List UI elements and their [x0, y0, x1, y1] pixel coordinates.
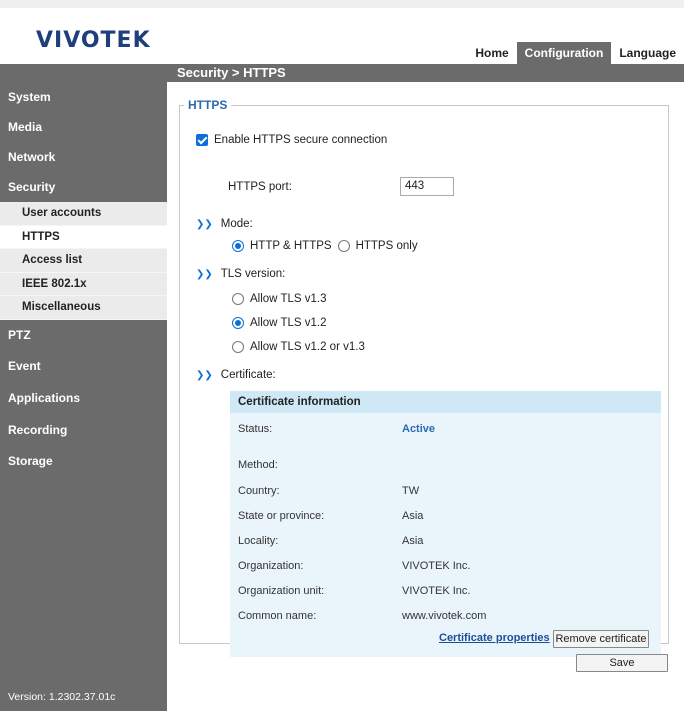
security-submenu: User accounts HTTPS Access list IEEE 802…	[0, 202, 167, 320]
mode-https-only-label: HTTPS only	[355, 240, 418, 252]
cert-locality-value: Asia	[402, 535, 424, 547]
tls-13-radio[interactable]	[232, 293, 244, 305]
sidebar-item-miscellaneous[interactable]: Miscellaneous	[0, 296, 167, 320]
certificate-properties-link[interactable]: Certificate properties	[439, 632, 550, 644]
https-port-label: HTTPS port:	[228, 181, 292, 193]
mode-https-only-radio[interactable]	[337, 240, 350, 252]
cert-state-value: Asia	[402, 510, 424, 522]
breadcrumb-bar: Security > HTTPS	[167, 64, 684, 82]
sidebar: System Media Network Security User accou…	[0, 64, 167, 711]
top-navigation: Home Configuration Language	[467, 42, 684, 64]
tls-12-label: Allow TLS v1.2	[250, 317, 327, 329]
chevron-down-icon[interactable]: ❯❯	[196, 219, 213, 230]
mode-heading[interactable]: ❯❯ Mode:	[196, 218, 253, 230]
certificate-info-header: Certificate information	[230, 391, 661, 413]
cert-org-unit-label: Organization unit:	[238, 585, 325, 597]
tls-13-label: Allow TLS v1.3	[250, 293, 327, 305]
sidebar-item-user-accounts[interactable]: User accounts	[0, 202, 167, 226]
chevron-down-icon[interactable]: ❯❯	[196, 269, 213, 280]
cert-status-label: Status:	[238, 423, 273, 435]
sidebar-item-media[interactable]: Media	[0, 112, 167, 142]
https-legend: HTTPS	[188, 98, 228, 112]
certificate-info-panel: Certificate information Status: Active M…	[230, 391, 661, 657]
cert-organization-label: Organization:	[238, 560, 304, 572]
certificate-heading[interactable]: ❯❯ Certificate:	[196, 369, 276, 381]
certificate-label: Certificate:	[220, 369, 276, 381]
cert-org-unit-value: VIVOTEK Inc.	[402, 585, 471, 597]
mode-options: HTTP & HTTPS HTTPS only	[232, 240, 418, 252]
tls-12-13-label: Allow TLS v1.2 or v1.3	[250, 341, 365, 353]
main-content: HTTPS Enable HTTPS secure connection HTT…	[167, 82, 684, 711]
tls-label: TLS version:	[220, 268, 286, 280]
breadcrumb: Security > HTTPS	[177, 65, 286, 80]
cert-organization-value: VIVOTEK Inc.	[402, 560, 471, 572]
sidebar-item-event[interactable]: Event	[0, 350, 167, 382]
enable-https-label: Enable HTTPS secure connection	[214, 134, 388, 146]
cert-common-name-value: www.vivotek.com	[402, 610, 487, 622]
sidebar-item-security[interactable]: Security	[0, 172, 167, 202]
sidebar-item-https[interactable]: HTTPS	[0, 225, 167, 250]
mode-http-https-radio[interactable]	[232, 240, 244, 252]
mode-label: Mode:	[220, 218, 253, 230]
enable-https-row[interactable]: Enable HTTPS secure connection	[196, 134, 387, 146]
tls-heading[interactable]: ❯❯ TLS version:	[196, 268, 285, 280]
vivotek-logo: VIVOTEK	[36, 28, 151, 53]
enable-https-checkbox[interactable]	[196, 134, 208, 146]
cert-common-name-label: Common name:	[238, 610, 317, 622]
nav-language[interactable]: Language	[611, 42, 684, 64]
https-settings-panel: HTTPS Enable HTTPS secure connection HTT…	[179, 98, 669, 657]
sidebar-item-network[interactable]: Network	[0, 142, 167, 172]
remove-certificate-button[interactable]: Remove certificate	[553, 630, 649, 648]
top-bar: VIVOTEK Home Configuration Language	[0, 0, 684, 64]
tls-option-12[interactable]: Allow TLS v1.2	[232, 317, 327, 329]
sidebar-item-applications[interactable]: Applications	[0, 382, 167, 414]
https-port-input[interactable]: 443	[400, 177, 454, 196]
sidebar-item-storage[interactable]: Storage	[0, 446, 167, 476]
cert-country-value: TW	[402, 485, 420, 497]
tls-12-13-radio[interactable]	[232, 341, 244, 353]
tls-12-radio[interactable]	[232, 317, 244, 329]
nav-home[interactable]: Home	[467, 42, 516, 64]
https-port-text: HTTPS port:	[228, 181, 292, 193]
sidebar-item-ptz[interactable]: PTZ	[0, 320, 167, 350]
sidebar-item-recording[interactable]: Recording	[0, 414, 167, 446]
sidebar-item-ieee-8021x[interactable]: IEEE 802.1x	[0, 273, 167, 297]
sidebar-item-system[interactable]: System	[0, 82, 167, 112]
cert-state-label: State or province:	[238, 510, 325, 522]
mode-http-https-label: HTTP & HTTPS	[250, 240, 332, 252]
firmware-version: Version: 1.2302.37.01c	[8, 691, 116, 703]
tls-option-13[interactable]: Allow TLS v1.3	[232, 293, 327, 305]
nav-configuration[interactable]: Configuration	[516, 42, 612, 64]
tls-option-12-13[interactable]: Allow TLS v1.2 or v1.3	[232, 341, 365, 353]
cert-status-value: Active	[402, 423, 436, 435]
save-button[interactable]: Save	[576, 654, 668, 672]
chevron-down-icon[interactable]: ❯❯	[196, 370, 213, 381]
sidebar-item-access-list[interactable]: Access list	[0, 249, 167, 273]
cert-country-label: Country:	[238, 485, 280, 497]
top-strip	[0, 0, 684, 8]
cert-method-label: Method:	[238, 459, 278, 471]
cert-locality-label: Locality:	[238, 535, 279, 547]
